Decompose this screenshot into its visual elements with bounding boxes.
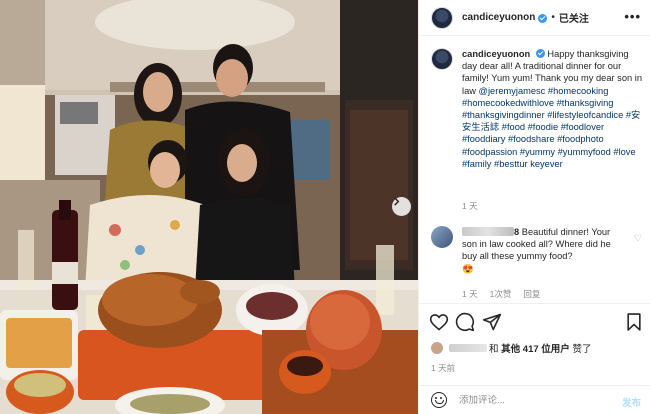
hashtag-links[interactable]: #homecooking #homecookedwithlove #thanks…: [462, 86, 640, 169]
likes-summary: 和 其他 417 位用户 赞了: [431, 341, 591, 355]
verified-badge-icon: [535, 49, 545, 58]
comment-icon[interactable]: [455, 312, 475, 332]
bookmark-icon[interactable]: [624, 312, 644, 332]
comment-like-heart-icon[interactable]: ♡: [634, 233, 642, 244]
likes-prefix: 和: [489, 344, 499, 355]
header-separator: •: [551, 12, 555, 23]
comment-time: 1 天: [462, 289, 478, 299]
heart-icon[interactable]: [429, 312, 449, 332]
post-caption: candiceyuonon Happy thanksgiving day dea…: [431, 48, 645, 170]
liker-avatar[interactable]: [431, 342, 443, 354]
commenter-avatar[interactable]: [431, 226, 453, 248]
action-bar: [419, 303, 650, 339]
caption-time: 1 天: [462, 201, 478, 211]
more-options-icon[interactable]: •••: [624, 9, 641, 24]
instagram-post: candiceyuonon • 已关注 ••• candiceyuonon Ha…: [0, 0, 650, 414]
next-photo-button[interactable]: [392, 197, 411, 216]
post-sidebar: candiceyuonon • 已关注 ••• candiceyuonon Ha…: [418, 0, 650, 414]
commenter-name-suffix[interactable]: 8: [514, 227, 519, 237]
emoji-icon[interactable]: [431, 392, 447, 408]
liker-name-blurred[interactable]: [449, 344, 487, 352]
verified-badge-icon: [538, 14, 548, 23]
comment-reply-button[interactable]: 回复: [523, 288, 540, 300]
share-icon[interactable]: [482, 312, 502, 332]
family-dinner-photo: [0, 0, 418, 414]
author-username[interactable]: candiceyuonon: [462, 12, 535, 23]
comment-item: 8 Beautiful dinner! Your son in law cook…: [431, 226, 645, 275]
following-button[interactable]: 已关注: [559, 10, 589, 25]
likes-suffix: 赞了: [572, 344, 592, 355]
comment-emoji: 😍: [462, 263, 474, 274]
post-photo[interactable]: [0, 0, 418, 414]
comment-text: 8 Beautiful dinner! Your son in law cook…: [462, 226, 627, 275]
post-timestamp: 1 天前: [431, 363, 456, 373]
caption-avatar[interactable]: [431, 48, 453, 70]
caption-text: candiceyuonon Happy thanksgiving day dea…: [462, 48, 642, 170]
post-comment-button[interactable]: 发布: [622, 395, 641, 409]
mention-link[interactable]: @jeremyjamesc: [479, 86, 546, 96]
commenter-name-blurred[interactable]: [462, 227, 514, 236]
post-header: candiceyuonon • 已关注 •••: [419, 0, 650, 36]
next-arrow-icon: [394, 197, 400, 206]
comment-meta: 1 天 1次赞 回复: [462, 288, 540, 300]
comment-input[interactable]: [459, 394, 609, 406]
author-avatar[interactable]: [431, 6, 453, 29]
comment-like-count[interactable]: 1次赞: [490, 288, 512, 300]
likes-count[interactable]: 其他 417 位用户: [501, 341, 570, 355]
add-comment-bar: 发布: [419, 385, 650, 414]
caption-username[interactable]: candiceyuonon: [462, 49, 530, 59]
